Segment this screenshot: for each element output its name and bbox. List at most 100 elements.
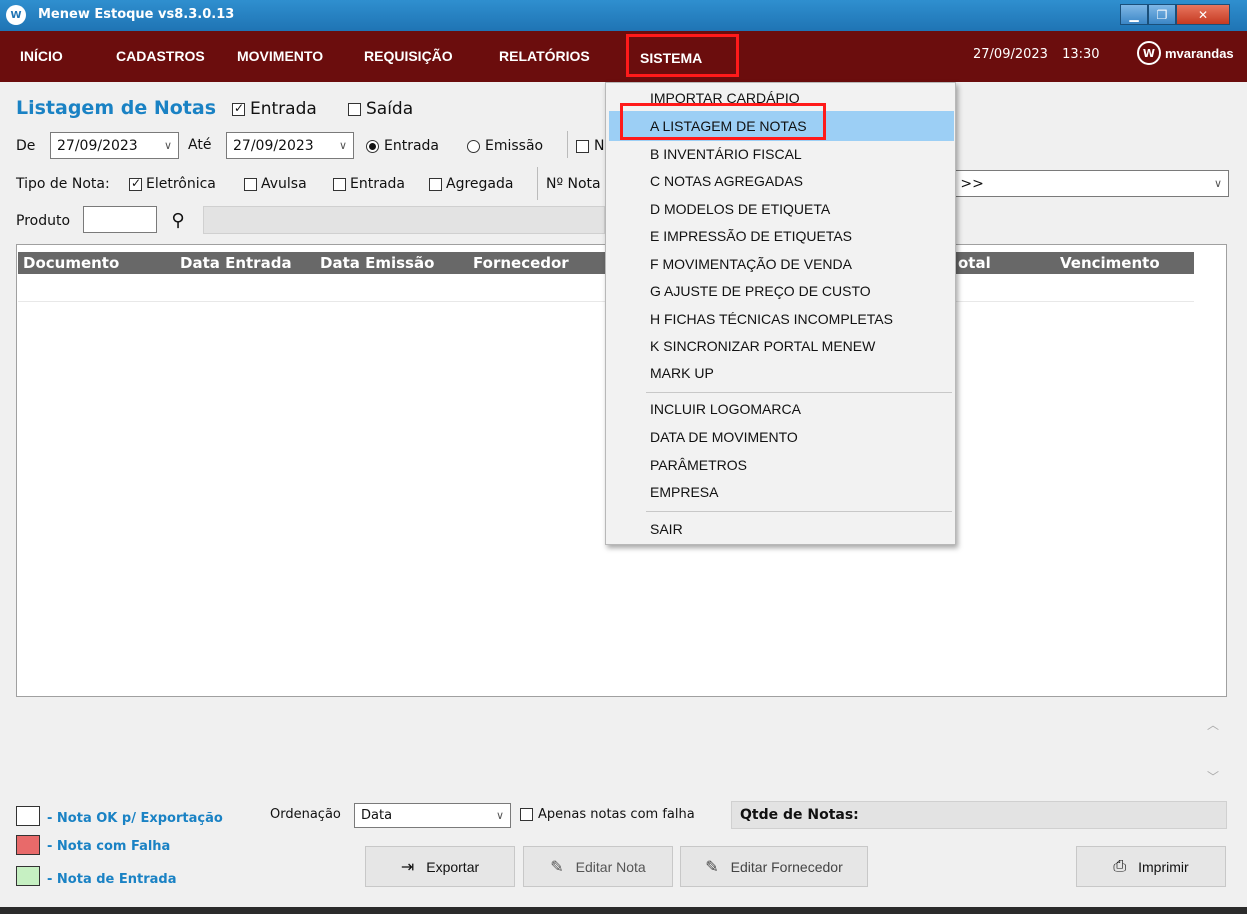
- ordenacao-select[interactable]: Data ∨: [354, 803, 511, 828]
- nota-number-label: Nº Nota: [546, 176, 601, 192]
- menu-item-data-de-movimento[interactable]: DATA DE MOVIMENTO: [650, 429, 798, 445]
- maximize-button[interactable]: ❐: [1148, 4, 1176, 25]
- eletronica-label: Eletrônica: [146, 176, 216, 192]
- fornecedor-select[interactable]: S >> ∨: [940, 170, 1229, 197]
- menu-item-incluir-logomarca[interactable]: INCLUIR LOGOMARCA: [650, 401, 801, 417]
- scroll-down-icon[interactable]: ﹀: [1207, 768, 1219, 785]
- radio-entrada-icon: [366, 139, 379, 153]
- radio-emissao-label: Emissão: [485, 138, 544, 154]
- current-date: 27/09/2023: [973, 47, 1048, 62]
- entrada-checkbox[interactable]: Entrada: [232, 99, 317, 119]
- imprimir-label: Imprimir: [1138, 858, 1189, 875]
- menu-item-empresa[interactable]: EMPRESA: [650, 484, 718, 500]
- ate-label: Até: [188, 137, 212, 153]
- scroll-up-icon[interactable]: ︿: [1207, 716, 1219, 733]
- listagem-highlight-box: [620, 103, 826, 140]
- sistema-dropdown-menu: IMPORTAR CARDÁPIO A LISTAGEM DE NOTAS B …: [605, 82, 956, 545]
- menu-item-ajuste-de-preco-de-custo[interactable]: G AJUSTE DE PREÇO DE CUSTO: [650, 283, 871, 299]
- menu-item-notas-agregadas[interactable]: C NOTAS AGREGADAS: [650, 173, 803, 189]
- menu-requisicao[interactable]: REQUISIÇÃO: [364, 48, 453, 64]
- menu-item-mark-up[interactable]: MARK UP: [650, 365, 714, 381]
- menu-relatorios[interactable]: RELATÓRIOS: [499, 48, 590, 64]
- menu-item-inventario-fiscal[interactable]: B INVENTÁRIO FISCAL: [650, 146, 802, 162]
- minimize-button[interactable]: ▁: [1120, 4, 1148, 25]
- produto-name-field[interactable]: [203, 206, 605, 234]
- entrada-checkbox-label: Entrada: [250, 99, 317, 119]
- de-label: De: [16, 138, 36, 154]
- saida-check-icon: [348, 102, 361, 116]
- saida-checkbox[interactable]: Saída: [348, 99, 413, 119]
- qtde-notas-label: Qtde de Notas:: [740, 807, 859, 823]
- ordenacao-label: Ordenação: [270, 807, 341, 822]
- ordenacao-value: Data: [361, 808, 393, 823]
- date-to-input[interactable]: 27/09/2023 ∨: [226, 132, 354, 159]
- chevron-down-icon: ∨: [1213, 177, 1222, 190]
- legend-ok-swatch: [16, 806, 40, 826]
- menu-movimento[interactable]: MOVIMENTO: [237, 48, 323, 64]
- legend-entrada-label: - Nota de Entrada: [47, 872, 177, 887]
- app-logo-icon: W: [6, 5, 26, 25]
- editar-nota-button[interactable]: ✎ Editar Nota: [523, 846, 673, 887]
- n-checkbox[interactable]: N: [576, 138, 604, 154]
- menu-item-fichas-tecnicas-incompletas[interactable]: H FICHAS TÉCNICAS INCOMPLETAS: [650, 311, 893, 327]
- column-header[interactable]: otal: [958, 254, 991, 272]
- chevron-down-icon: ∨: [338, 139, 347, 152]
- chevron-down-icon: ∨: [163, 139, 172, 152]
- brand-name: mvarandas: [1165, 45, 1234, 61]
- menu-separator: [646, 511, 952, 512]
- menu-inicio[interactable]: INÍCIO: [20, 48, 63, 64]
- exportar-button[interactable]: ⇥ Exportar: [365, 846, 515, 887]
- qtde-notas-field: Qtde de Notas:: [731, 801, 1227, 829]
- menu-cadastros[interactable]: CADASTROS: [116, 48, 205, 64]
- close-button[interactable]: ✕: [1176, 4, 1230, 25]
- column-header[interactable]: Vencimento: [1060, 254, 1160, 272]
- menu-item-modelos-de-etiqueta[interactable]: D MODELOS DE ETIQUETA: [650, 201, 830, 217]
- menu-item-impressao-de-etiquetas[interactable]: E IMPRESSÃO DE ETIQUETAS: [650, 228, 852, 244]
- apenas-falha-check-icon: [520, 808, 533, 821]
- tipo-entrada-label: Entrada: [350, 176, 406, 192]
- divider: [537, 167, 538, 200]
- n-checkbox-label: N: [594, 138, 605, 154]
- menu-item-sincronizar-portal-menew[interactable]: K SINCRONIZAR PORTAL MENEW: [650, 338, 875, 354]
- pencil-icon: ✎: [705, 858, 719, 876]
- menu-item-sair[interactable]: SAIR: [650, 521, 683, 537]
- taskbar-strip: [0, 907, 1247, 914]
- editar-nota-label: Editar Nota: [575, 858, 646, 875]
- column-header[interactable]: Fornecedor: [473, 254, 569, 272]
- legend-falha-swatch: [16, 835, 40, 855]
- editar-fornecedor-button[interactable]: ✎ Editar Fornecedor: [680, 846, 868, 887]
- date-from-value: 27/09/2023: [57, 137, 138, 154]
- menu-item-parametros[interactable]: PARÂMETROS: [650, 457, 747, 473]
- column-header[interactable]: Documento: [23, 254, 119, 272]
- legend-entrada-swatch: [16, 866, 40, 886]
- tipo-avulsa-checkbox[interactable]: Avulsa: [244, 176, 307, 192]
- radio-emissao[interactable]: Emissão: [467, 138, 543, 154]
- imprimir-button[interactable]: ⎙ Imprimir: [1076, 846, 1226, 887]
- window-title: Menew Estoque vs8.3.0.13: [38, 7, 235, 22]
- tipo-entrada-check-icon: [333, 177, 346, 191]
- title-bar: W Menew Estoque vs8.3.0.13 ▁ ❐ ✕: [0, 0, 1247, 31]
- printer-icon: ⎙: [1113, 857, 1127, 875]
- tipo-entrada-checkbox[interactable]: Entrada: [333, 176, 405, 192]
- date-from-input[interactable]: 27/09/2023 ∨: [50, 132, 179, 159]
- menu-item-movimentacao-de-venda[interactable]: F MOVIMENTAÇÃO DE VENDA: [650, 256, 852, 272]
- vertical-scrollbar[interactable]: ︿ ﹀: [1201, 712, 1225, 788]
- search-icon[interactable]: ⚲: [161, 206, 195, 234]
- legend-ok-label: - Nota OK p/ Exportação: [47, 811, 223, 826]
- column-header[interactable]: Data Entrada: [180, 254, 292, 272]
- apenas-falha-checkbox[interactable]: Apenas notas com falha: [520, 807, 695, 822]
- tipo-agregada-checkbox[interactable]: Agregada: [429, 176, 513, 192]
- agregada-label: Agregada: [446, 176, 514, 192]
- page-title: Listagem de Notas: [16, 97, 217, 119]
- radio-entrada[interactable]: Entrada: [366, 138, 439, 154]
- column-header[interactable]: Data Emissão: [320, 254, 434, 272]
- agregada-check-icon: [429, 177, 442, 191]
- current-time: 13:30: [1062, 47, 1100, 62]
- chevron-down-icon: ∨: [495, 809, 504, 822]
- brand-icon: W: [1137, 41, 1161, 65]
- entrada-check-icon: [232, 101, 245, 116]
- tipo-eletronica-checkbox[interactable]: Eletrônica: [129, 176, 216, 192]
- produto-code-input[interactable]: [83, 206, 157, 233]
- avulsa-label: Avulsa: [261, 176, 307, 192]
- sistema-highlight-box: [626, 34, 739, 77]
